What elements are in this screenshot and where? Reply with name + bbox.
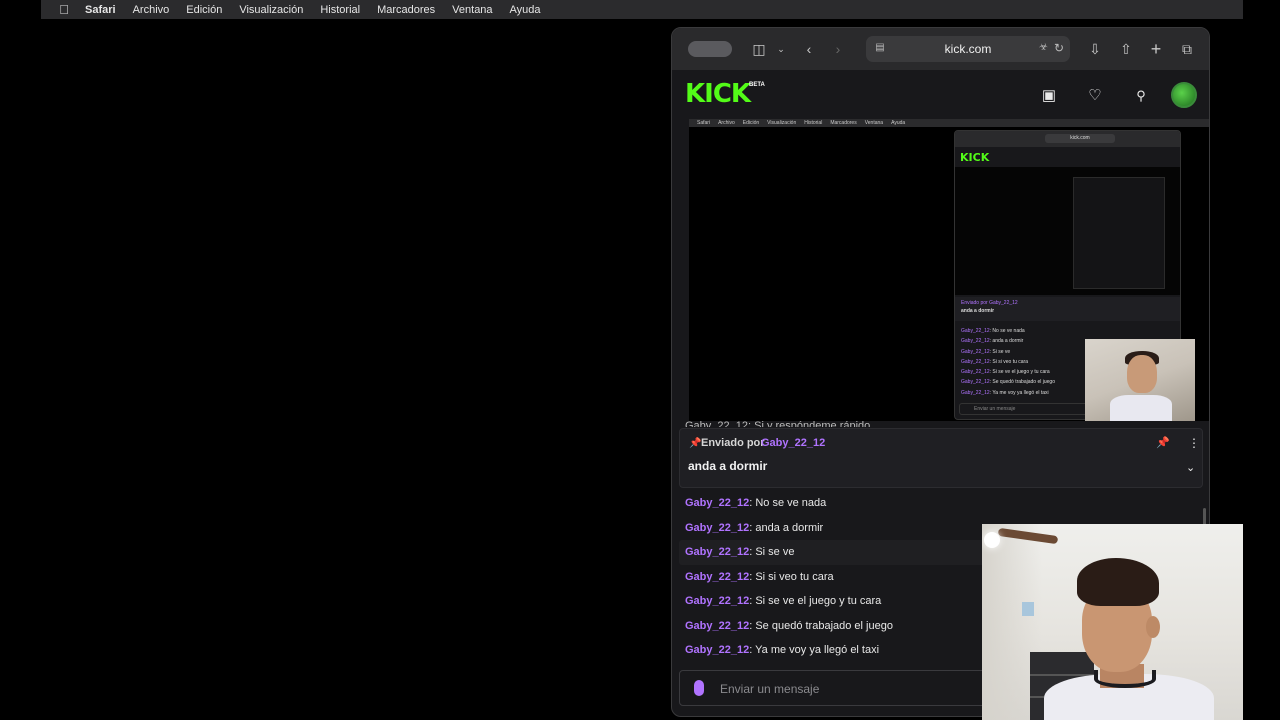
chat-username[interactable]: Gaby_22_12: [685, 546, 749, 558]
kick-header: KICK BETA ▣ ♡ ⚲: [672, 70, 1209, 122]
chat-text: Ya me voy ya llegó el taxi: [755, 644, 880, 656]
chat-username[interactable]: Gaby_22_12: [685, 522, 749, 534]
downloads-icon[interactable]: ⇩: [1086, 40, 1104, 58]
webcam-overlay: [982, 524, 1243, 720]
new-tab-icon[interactable]: +: [1147, 40, 1165, 58]
nested-toolbar: kick.com: [955, 131, 1180, 147]
chat-text: anda a dormir: [755, 521, 824, 534]
chat-username[interactable]: Gaby_22_12: [685, 620, 749, 632]
chevron-down-icon[interactable]: ⌄: [1186, 461, 1195, 474]
kick-logo[interactable]: KICK: [685, 80, 751, 108]
person-hair: [1077, 558, 1159, 606]
nested-menubar: Safari Archivo Edición Visualización His…: [689, 119, 1209, 127]
stream-video[interactable]: Safari Archivo Edición Visualización His…: [689, 119, 1209, 421]
tab-overview-icon[interactable]: ⧉: [1178, 40, 1196, 58]
menu-ventana[interactable]: Ventana: [452, 4, 492, 16]
nested-menu-item: Historial: [804, 120, 823, 126]
chat-username[interactable]: Gaby_22_12: [685, 644, 749, 656]
fan-light: [984, 532, 1000, 548]
nested-pinned-msg: anda a dormir: [961, 308, 995, 314]
menu-visualizacion[interactable]: Visualización: [239, 4, 303, 16]
share-icon[interactable]: ⇧: [1117, 40, 1135, 58]
chat-username[interactable]: Gaby_22_12: [685, 571, 749, 583]
pinned-message: 📌 Enviado por Gaby_22_12 anda a dormir 📌…: [679, 428, 1203, 488]
chat-text: No se ve nada: [755, 497, 827, 509]
macos-menubar:  Safari Archivo Edición Visualización H…: [41, 0, 1243, 19]
menu-app-name[interactable]: Safari: [85, 4, 116, 16]
more-options-icon[interactable]: ⋮: [1188, 436, 1200, 450]
pinned-username[interactable]: Gaby_22_12: [761, 437, 825, 449]
menu-historial[interactable]: Historial: [320, 4, 360, 16]
site-settings-icon[interactable]: ▤: [874, 42, 886, 54]
nested-menu-item: Ventana: [864, 120, 884, 126]
pinned-label: Enviado por: [701, 437, 765, 449]
clipped-chat-message: Gaby_22_12: Si y respóndeme rápido: [685, 421, 871, 427]
deeper-nested-capture: [1073, 177, 1165, 289]
pinned-text: anda a dormir: [688, 459, 768, 473]
nested-menu-item: Ayuda: [891, 120, 906, 126]
nested-webcam-face: [1127, 355, 1157, 393]
browse-icon[interactable]: ▣: [1039, 86, 1059, 106]
fan-blade: [997, 527, 1059, 545]
pin-icon: 📌: [689, 438, 702, 449]
tab-group-pill[interactable]: [688, 41, 732, 57]
address-bar[interactable]: ▤ kick.com ☣ ↻: [866, 36, 1070, 62]
nested-webcam-shirt: [1110, 395, 1172, 421]
nested-menu-item: Edición: [742, 120, 760, 126]
sidebar-icon[interactable]: ◫: [750, 40, 768, 58]
chat-text: Se quedó trabajado el juego: [755, 619, 893, 632]
microphone-icon[interactable]: [694, 680, 704, 696]
translate-icon[interactable]: ☣: [1039, 42, 1048, 53]
chat-username[interactable]: Gaby_22_12: [685, 595, 749, 607]
search-icon[interactable]: ⚲: [1131, 86, 1151, 106]
chat-text: Si si veo tu cara: [755, 570, 834, 583]
nested-chat-row: Gaby_22_12: No se ve nada: [961, 328, 1025, 334]
wall-poster: [1022, 602, 1034, 616]
person-ear: [1146, 616, 1160, 638]
nested-menu-item: Marcadores: [830, 120, 857, 126]
chat-message[interactable]: Gaby_22_12: No se ve nada: [679, 491, 1199, 516]
person-collar: [1094, 670, 1156, 688]
browser-toolbar: ◫ ⌄ ‹ › ▤ kick.com ☣ ↻ ⇩ ⇧ + ⧉: [672, 28, 1209, 70]
avatar[interactable]: [1171, 82, 1197, 108]
heart-icon[interactable]: ♡: [1085, 86, 1105, 106]
ceiling-fan: [982, 526, 1062, 548]
nested-webcam: [1085, 339, 1195, 421]
chevron-down-icon[interactable]: ⌄: [772, 40, 790, 58]
apple-icon[interactable]: : [57, 2, 71, 17]
nested-menu-item: Visualización: [767, 120, 797, 126]
url-text: kick.com: [944, 42, 992, 56]
nested-menu-item: Archivo: [718, 120, 735, 126]
back-icon[interactable]: ‹: [800, 40, 818, 58]
forward-icon[interactable]: ›: [829, 40, 847, 58]
nested-url: kick.com: [1045, 134, 1115, 143]
beta-badge: BETA: [749, 82, 765, 88]
nested-menu-item: Safari: [697, 120, 711, 126]
nested-pinned-by: Enviado por Gaby_22_12: [961, 300, 1018, 306]
unpin-icon[interactable]: 📌: [1156, 436, 1170, 449]
nested-kick-logo: KICK: [960, 151, 990, 164]
chat-username[interactable]: Gaby_22_12: [685, 497, 749, 509]
nested-stream: [955, 167, 1180, 295]
menu-archivo[interactable]: Archivo: [133, 4, 170, 16]
menu-edicion[interactable]: Edición: [186, 4, 222, 16]
menu-ayuda[interactable]: Ayuda: [510, 4, 541, 16]
chat-text: Si se ve el juego y tu cara: [755, 595, 882, 607]
nested-pinned: Enviado por Gaby_22_12 anda a dormir: [955, 297, 1180, 321]
menu-marcadores[interactable]: Marcadores: [377, 4, 435, 16]
chat-text: Si se ve: [755, 546, 795, 558]
reload-icon[interactable]: ↻: [1054, 41, 1064, 55]
